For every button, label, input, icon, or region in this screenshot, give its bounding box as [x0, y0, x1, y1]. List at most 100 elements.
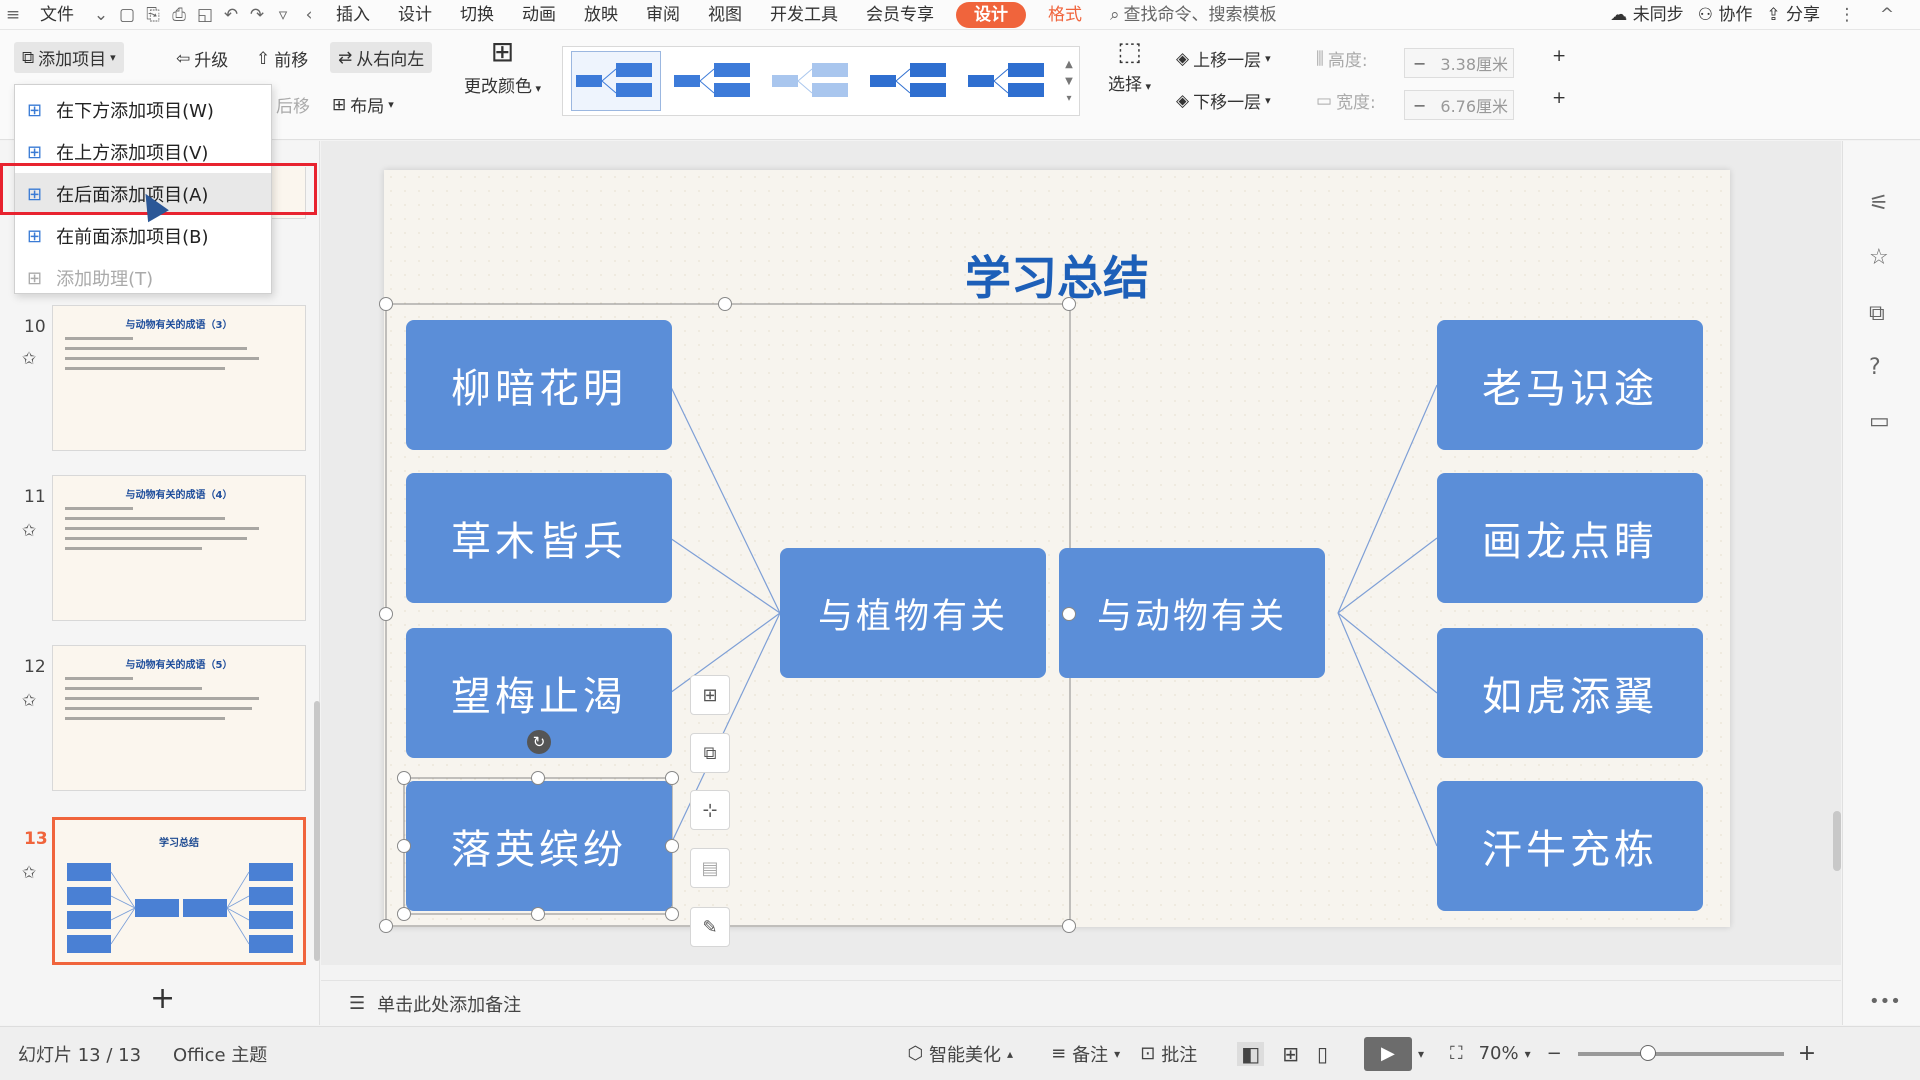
- format-painter-icon[interactable]: ⎘: [140, 0, 166, 30]
- add-slide-button[interactable]: +: [150, 981, 175, 1016]
- resize-handle[interactable]: [1062, 297, 1076, 311]
- resize-handle[interactable]: [379, 297, 393, 311]
- node-right-1[interactable]: 老马识途: [1437, 320, 1703, 450]
- move-forward-button[interactable]: ⇧ 前移: [256, 46, 308, 72]
- slides-icon[interactable]: ⧉: [1869, 301, 1897, 329]
- tab-insert[interactable]: 插入: [322, 0, 384, 30]
- gallery-style-5[interactable]: [963, 51, 1053, 111]
- zoom-slider-thumb[interactable]: [1639, 1044, 1656, 1061]
- float-text-icon[interactable]: ▤: [690, 848, 730, 888]
- pin-icon[interactable]: ☆: [1869, 245, 1897, 273]
- minus-icon[interactable]: −: [1413, 96, 1426, 115]
- play-button[interactable]: ▶ ▾: [1363, 1036, 1424, 1071]
- sync-status[interactable]: ☁ 未同步: [1610, 0, 1683, 30]
- node-left-2[interactable]: 草木皆兵: [406, 473, 672, 603]
- thumbnail-slide-12[interactable]: 与动物有关的成语（5）: [52, 645, 306, 791]
- tab-design[interactable]: 设计: [384, 0, 446, 30]
- tab-member[interactable]: 会员专享: [852, 0, 948, 30]
- tab-view[interactable]: 视图: [694, 0, 756, 30]
- slide-sorter-icon[interactable]: ⊞: [1282, 1042, 1299, 1066]
- width-field[interactable]: − 6.76厘米: [1404, 90, 1514, 120]
- theme-name[interactable]: Office 主题: [173, 1041, 267, 1067]
- tab-developer[interactable]: 开发工具: [756, 0, 852, 30]
- save-icon[interactable]: ▢: [114, 0, 140, 30]
- collab-button[interactable]: ⚇ 协作: [1698, 0, 1753, 30]
- thumbnail-scrollbar[interactable]: [314, 701, 320, 961]
- canvas-vertical-scrollbar[interactable]: [1833, 811, 1841, 871]
- more-options-icon[interactable]: •••: [1869, 991, 1901, 1019]
- zoom-in-button[interactable]: +: [1798, 1041, 1816, 1066]
- node-resize-handle[interactable]: [665, 907, 679, 921]
- share-button[interactable]: ⇪ 分享: [1766, 0, 1820, 30]
- tab-review[interactable]: 审阅: [632, 0, 694, 30]
- gallery-scroll[interactable]: ▲ ▼ ▾: [1063, 59, 1079, 104]
- reading-view-icon[interactable]: ▯: [1317, 1042, 1328, 1066]
- node-left-1[interactable]: 柳暗花明: [406, 320, 672, 450]
- change-color-button[interactable]: ⊞ 更改颜色 ▾: [464, 38, 541, 98]
- add-item-below[interactable]: ⊞ 在下方添加项目(W): [15, 89, 271, 131]
- resize-handle[interactable]: [1062, 607, 1076, 621]
- properties-icon[interactable]: ⚟: [1869, 191, 1897, 219]
- thumbnail-slide-10[interactable]: 与动物有关的成语（3）: [52, 305, 306, 451]
- collapse-ribbon-icon[interactable]: ^: [1874, 0, 1900, 30]
- undo-icon[interactable]: ↶: [218, 0, 244, 30]
- node-resize-handle[interactable]: [397, 771, 411, 785]
- float-smartart-style-icon[interactable]: ⊹: [690, 790, 730, 830]
- normal-view-icon[interactable]: ◧: [1237, 1041, 1265, 1066]
- scroll-left-icon[interactable]: ‹: [296, 0, 322, 30]
- select-button[interactable]: ⬚ 选择 ▾: [1108, 38, 1151, 95]
- hamburger-icon[interactable]: ≡: [0, 0, 26, 30]
- node-left-4[interactable]: 落英缤纷: [406, 781, 672, 911]
- tab-smartart-design[interactable]: 设计: [956, 1, 1026, 28]
- more-icon[interactable]: ⋮: [1834, 0, 1860, 30]
- float-pen-icon[interactable]: ✎: [690, 907, 730, 947]
- height-field[interactable]: − 3.38厘米: [1404, 48, 1514, 78]
- customize-toolbar-icon[interactable]: ▿: [270, 0, 296, 30]
- notes-toggle-button[interactable]: ≡ 备注 ▾: [1051, 1041, 1120, 1067]
- resize-handle[interactable]: [379, 607, 393, 621]
- archive-icon[interactable]: ▭: [1869, 409, 1897, 437]
- node-resize-handle[interactable]: [531, 771, 545, 785]
- smart-beautify-button[interactable]: ⬡ 智能美化 ▴: [907, 1041, 1013, 1067]
- node-right-2[interactable]: 画龙点睛: [1437, 473, 1703, 603]
- float-add-shape-icon[interactable]: ⊞: [690, 675, 730, 715]
- layout-button[interactable]: ⊞ 布局 ▾: [332, 92, 394, 118]
- slide[interactable]: 学习总结 柳暗花明 草木皆兵 望梅止渴 落英缤纷 与植物有关 与动物有关 老马识…: [379, 170, 1730, 947]
- float-change-layout-icon[interactable]: ⧉: [690, 733, 730, 773]
- node-right-3[interactable]: 如虎添翼: [1437, 628, 1703, 758]
- print-preview-icon[interactable]: ◱: [192, 0, 218, 30]
- redo-icon[interactable]: ↷: [244, 0, 270, 30]
- zoom-level[interactable]: 70% ▾: [1479, 1043, 1531, 1064]
- tab-format[interactable]: 格式: [1034, 0, 1096, 30]
- resize-handle[interactable]: [1062, 919, 1076, 933]
- rotate-handle-icon[interactable]: ↻: [527, 730, 551, 754]
- add-assistant[interactable]: ⊞ 添加助理(T): [15, 257, 271, 299]
- print-icon[interactable]: ⎙: [166, 0, 192, 30]
- thumbnail-slide-13[interactable]: 学习总结: [52, 817, 306, 965]
- resize-handle[interactable]: [718, 297, 732, 311]
- promote-button[interactable]: ⇦ 升级: [176, 46, 228, 72]
- node-resize-handle[interactable]: [665, 839, 679, 853]
- hub-plants[interactable]: 与植物有关: [780, 548, 1046, 678]
- height-plus-button[interactable]: +: [1552, 46, 1566, 66]
- fit-window-icon[interactable]: ⛶: [1450, 1043, 1463, 1064]
- tab-slideshow[interactable]: 放映: [570, 0, 632, 30]
- width-plus-button[interactable]: +: [1552, 88, 1566, 108]
- thumbnail-slide-11[interactable]: 与动物有关的成语（4）: [52, 475, 306, 621]
- comments-button[interactable]: ⊡ 批注: [1140, 1041, 1197, 1067]
- gallery-style-2[interactable]: [669, 51, 759, 111]
- gallery-style-3[interactable]: [767, 51, 857, 111]
- node-resize-handle[interactable]: [397, 839, 411, 853]
- node-resize-handle[interactable]: [665, 771, 679, 785]
- notes-placeholder[interactable]: 单击此处添加备注: [377, 991, 521, 1017]
- file-menu[interactable]: 文件: [26, 0, 88, 30]
- notes-bar[interactable]: ☰ 单击此处添加备注: [321, 980, 1841, 1026]
- tab-transition[interactable]: 切换: [446, 0, 508, 30]
- bring-forward-button[interactable]: ◈ 上移一层 ▾: [1176, 46, 1271, 72]
- add-item-before[interactable]: ⊞ 在前面添加项目(B): [15, 215, 271, 257]
- gallery-style-1[interactable]: [571, 51, 661, 111]
- chevron-down-icon[interactable]: ⌄: [88, 0, 114, 30]
- add-item-button[interactable]: ⧉ 添加项目 ▾: [14, 42, 124, 73]
- resize-handle[interactable]: [379, 919, 393, 933]
- zoom-out-button[interactable]: −: [1547, 1043, 1562, 1064]
